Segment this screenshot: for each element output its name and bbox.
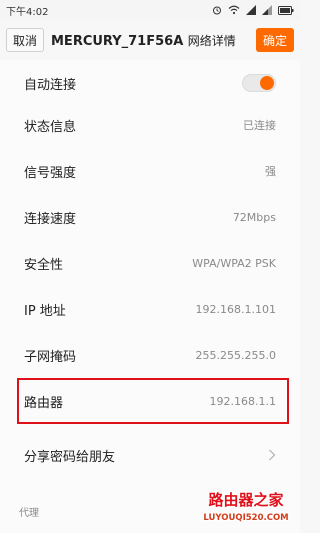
- row-ip-address: IP 地址 192.168.1.101: [0, 286, 300, 332]
- toggle-knob: [260, 76, 274, 90]
- row-router: 路由器 192.168.1.1: [0, 378, 300, 424]
- row-auto-connect[interactable]: 自动连接: [0, 60, 300, 106]
- status-bar: 下午4:02: [0, 0, 300, 20]
- row-label: 自动连接: [24, 77, 77, 93]
- logo-line2: LUYOUQI520.COM: [203, 513, 288, 523]
- row-label: IP 地址: [24, 303, 66, 319]
- status-time: 下午4:02: [6, 6, 49, 18]
- row-label: 状态信息: [24, 119, 77, 135]
- row-label: 安全性: [24, 257, 64, 273]
- wifi-icon: [228, 5, 240, 15]
- status-icons: [212, 5, 294, 15]
- row-value: 已连接: [243, 119, 276, 132]
- logo-line1: 路由器之家: [208, 491, 283, 509]
- row-value: 192.168.1.101: [195, 302, 276, 316]
- signal-icon: [262, 5, 272, 15]
- site-logo: 路由器之家 LUYOUQI520.COM: [202, 490, 289, 524]
- row-value: WPA/WPA2 PSK: [192, 256, 276, 270]
- page-title: MERCURY_71F56A 网络详情: [51, 32, 256, 49]
- row-signal-strength: 信号强度 强: [0, 148, 300, 194]
- proxy-section-label: 代理: [19, 508, 39, 519]
- signal-icon: [246, 5, 256, 15]
- row-link-speed: 连接速度 72Mbps: [0, 194, 300, 240]
- alarm-icon: [213, 6, 221, 15]
- row-value: 强: [265, 165, 276, 178]
- title-bar: 取消 MERCURY_71F56A 网络详情 确定: [0, 20, 300, 60]
- row-label: 路由器: [24, 395, 64, 411]
- row-label: 信号强度: [24, 165, 77, 181]
- row-value: 192.168.1.1: [209, 394, 276, 408]
- chevron-right-icon: [269, 449, 276, 461]
- battery-icon: [278, 5, 294, 15]
- row-share-password[interactable]: 分享密码给朋友: [0, 432, 300, 478]
- row-value: 255.255.255.0: [195, 348, 276, 362]
- row-value: 72Mbps: [232, 210, 276, 224]
- row-security: 安全性 WPA/WPA2 PSK: [0, 240, 300, 286]
- network-name: MERCURY_71F56A: [51, 33, 184, 49]
- network-detail-list: 自动连接 状态信息 已连接 信号强度 强 连接速度 72Mbps 安全性 WPA…: [0, 60, 300, 533]
- row-subnet-mask: 子网掩码 255.255.255.0: [0, 332, 300, 378]
- row-label: 子网掩码: [24, 349, 77, 365]
- row-status: 状态信息 已连接: [0, 102, 300, 148]
- confirm-button[interactable]: 确定: [256, 28, 294, 52]
- row-label: 连接速度: [24, 211, 77, 227]
- page-title-suffix: 网络详情: [187, 33, 236, 48]
- cancel-button[interactable]: 取消: [6, 28, 44, 52]
- row-label: 分享密码给朋友: [24, 449, 116, 465]
- auto-connect-toggle[interactable]: [242, 74, 276, 92]
